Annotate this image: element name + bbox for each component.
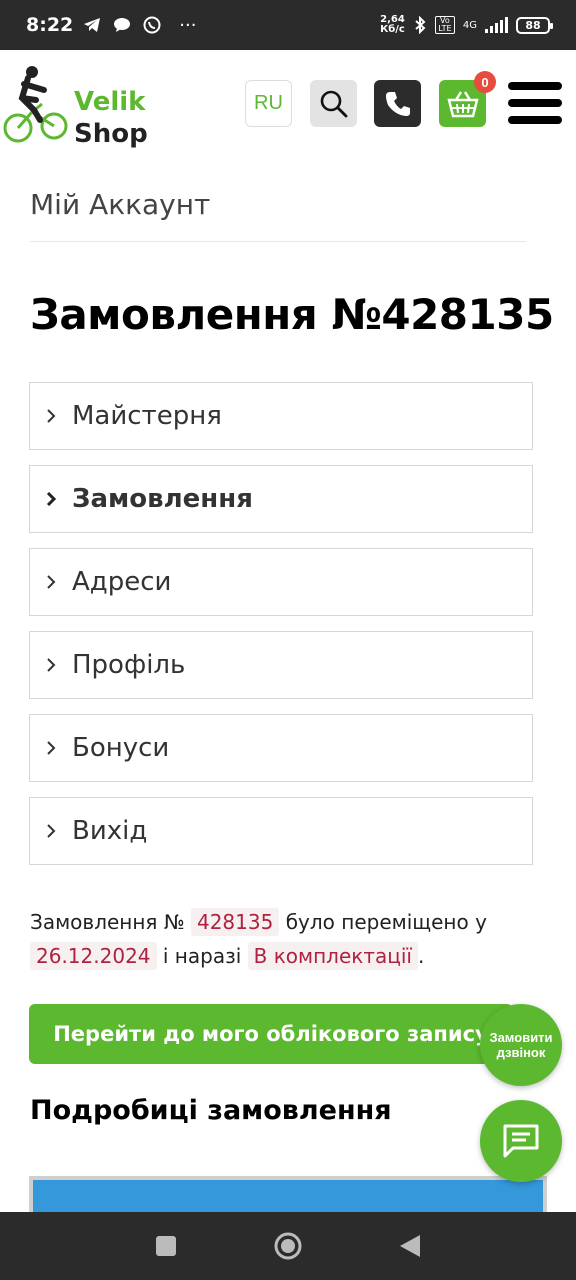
logo-wordmark: Velik Shop — [74, 87, 148, 149]
chevron-right-icon — [44, 409, 58, 423]
viber-icon — [143, 16, 161, 34]
chat-button[interactable] — [480, 1100, 562, 1182]
back-icon[interactable] — [398, 1233, 422, 1259]
divider — [30, 241, 526, 242]
status-notification-icons: ··· — [83, 15, 196, 36]
status-time: 8:22 — [26, 14, 74, 36]
go-to-account-button[interactable]: Перейти до мого облікового запису — [29, 1004, 513, 1064]
phone-icon — [385, 91, 410, 116]
nav-item-addresses[interactable]: Адреси — [29, 548, 533, 616]
home-icon[interactable] — [273, 1231, 303, 1261]
network-type: 4G — [462, 19, 477, 31]
chevron-right-icon — [44, 575, 58, 589]
nav-item-bonuses[interactable]: Бонуси — [29, 714, 533, 782]
nav-item-orders[interactable]: Замовлення — [29, 465, 533, 533]
chevron-right-icon — [44, 824, 58, 838]
search-button[interactable] — [310, 80, 357, 127]
order-details-heading: Подробиці замовлення — [30, 1095, 392, 1126]
chevron-right-icon — [44, 741, 58, 755]
site-header: Velik Shop RU 0 — [0, 50, 576, 160]
nav-item-label: Майстерня — [72, 401, 222, 431]
telegram-icon — [84, 18, 101, 32]
signal-icon — [485, 17, 508, 33]
order-details-table-header — [29, 1176, 547, 1216]
cyclist-logo-icon — [3, 66, 68, 143]
page-title: Замовлення №428135 — [30, 290, 554, 339]
nav-item-label: Вихід — [72, 816, 148, 846]
hamburger-menu-button[interactable] — [508, 80, 562, 126]
cart-button[interactable]: 0 — [439, 71, 496, 127]
phone-button[interactable] — [374, 80, 421, 127]
chat-icon — [503, 1124, 539, 1158]
language-switch-button[interactable]: RU — [245, 80, 292, 127]
chevron-right-icon — [44, 658, 58, 672]
nav-item-label: Адреси — [72, 567, 172, 597]
order-date: 26.12.2024 — [30, 942, 157, 970]
recents-icon[interactable] — [154, 1234, 178, 1258]
network-speed: 2,64 Кб/с — [380, 14, 405, 35]
bluetooth-icon — [415, 16, 426, 34]
nav-item-logout[interactable]: Вихід — [29, 797, 533, 865]
nav-item-workshop[interactable]: Майстерня — [29, 382, 533, 450]
volte-badge: Vo LTE — [434, 16, 455, 34]
battery-icon: 88 — [516, 16, 553, 34]
chat-bubble-icon — [114, 18, 131, 32]
account-navigation: Майстерня Замовлення Адреси Профіль Бону… — [29, 382, 533, 880]
site-logo[interactable]: Velik Shop — [2, 64, 148, 149]
basket-icon — [446, 90, 479, 117]
nav-item-label: Бонуси — [72, 733, 170, 763]
order-number: 428135 — [190, 908, 280, 936]
system-navigation-bar — [0, 1212, 576, 1280]
order-status-notice: Замовлення № 428135 було переміщено у 26… — [30, 908, 487, 970]
cart-count-badge: 0 — [474, 71, 496, 93]
nav-item-label: Замовлення — [72, 484, 253, 514]
request-callback-button[interactable]: Замовити дзвінок — [480, 1004, 562, 1086]
chevron-right-icon — [44, 492, 58, 506]
status-bar: 8:22 ··· 2,64 Кб/с Vo LTE 4G 88 — [0, 0, 576, 50]
order-status: В комплектації — [247, 942, 418, 970]
more-icon: ··· — [179, 14, 197, 36]
nav-item-profile[interactable]: Профіль — [29, 631, 533, 699]
search-icon — [320, 90, 347, 117]
account-heading: Мій Аккаунт — [30, 188, 211, 221]
nav-item-label: Профіль — [72, 650, 186, 680]
